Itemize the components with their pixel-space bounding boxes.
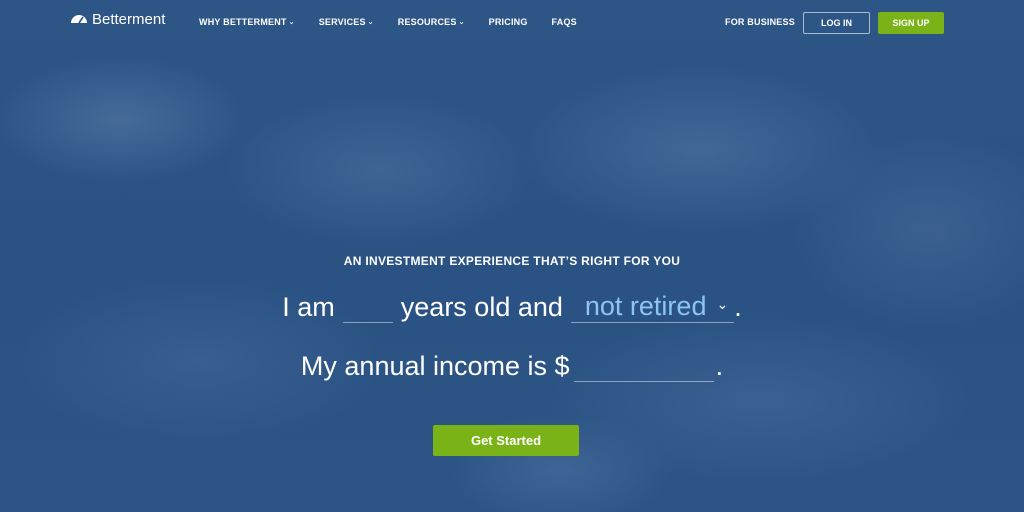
get-started-button[interactable]: Get Started: [433, 425, 579, 456]
income-sentence: My annual income is $ .: [0, 350, 1024, 382]
income-prefix-text: My annual income is $: [300, 351, 570, 381]
age-sentence: I am years old and not retired ⌄ .: [0, 290, 1024, 323]
nav-faqs[interactable]: FAQS: [552, 17, 577, 27]
chevron-down-icon: ⌄: [458, 19, 465, 26]
nav-link-label: SERVICES: [318, 17, 366, 27]
income-input[interactable]: [573, 350, 714, 382]
retirement-status-value: not retired: [584, 290, 707, 321]
nav-resources[interactable]: RESOURCES ⌄: [398, 17, 465, 27]
nav-link-label: FAQS: [551, 17, 577, 27]
hero-tagline: AN INVESTMENT EXPERIENCE THAT’S RIGHT FO…: [343, 254, 681, 268]
nav-link-label: RESOURCES: [397, 17, 457, 27]
age-sentence-period: .: [734, 292, 742, 322]
nav-link-label: WHY BETTERMENT: [199, 17, 287, 27]
nav-link-label: PRICING: [488, 17, 528, 27]
retirement-status-select[interactable]: not retired ⌄: [570, 290, 735, 323]
login-button[interactable]: LOG IN: [803, 12, 870, 34]
nav-why-betterment[interactable]: WHY BETTERMENT ⌄: [199, 17, 295, 27]
nav-pricing[interactable]: PRICING: [489, 17, 528, 27]
signup-button[interactable]: SIGN UP: [878, 12, 944, 34]
chevron-down-icon: ⌄: [367, 19, 374, 26]
nav-services[interactable]: SERVICES ⌄: [319, 17, 374, 27]
age-prefix-text: I am: [282, 292, 335, 322]
for-business-link[interactable]: FOR BUSINESS: [725, 17, 795, 27]
chevron-down-icon: ⌄: [716, 295, 729, 312]
top-navigation: Betterment WHY BETTERMENT ⌄ SERVICES ⌄ R…: [0, 0, 1024, 44]
chevron-down-icon: ⌄: [288, 19, 295, 26]
age-input[interactable]: [342, 291, 393, 323]
brand-name: Betterment: [92, 11, 166, 28]
brand-logo[interactable]: Betterment: [70, 11, 165, 28]
nav-links: WHY BETTERMENT ⌄ SERVICES ⌄ RESOURCES ⌄ …: [199, 17, 601, 27]
age-middle-text: years old and: [400, 292, 563, 322]
gauge-icon: [70, 11, 88, 28]
income-sentence-period: .: [715, 351, 724, 381]
